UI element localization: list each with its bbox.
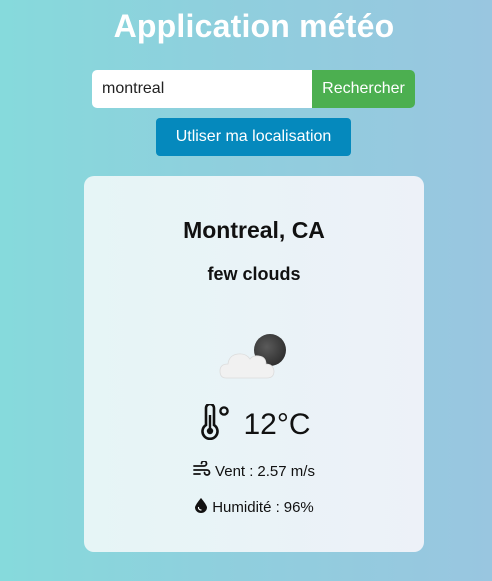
wind-icon [193, 460, 211, 481]
humidity-row: Humidité :96% [84, 497, 424, 517]
temperature-value: 12°C [243, 407, 311, 441]
humidity-value: 96% [283, 498, 314, 516]
wind-label: Vent : [215, 462, 254, 480]
thermometer-icon [197, 402, 233, 445]
weather-description: few clouds [207, 264, 301, 284]
search-bar: Rechercher [92, 70, 415, 108]
temperature-row: 12°C [84, 402, 424, 445]
weather-card: Montreal, CA few clouds 12°C Vent: 2.57… [84, 176, 424, 552]
city-name: Montreal, CA [183, 217, 325, 243]
wind-value: 2.57 m/s [257, 462, 315, 480]
humidity-label: Humidité : [212, 498, 280, 516]
water-drop-icon [194, 497, 208, 517]
wind-row: Vent :2.57 m/s [84, 460, 424, 481]
app-title: Application météo [113, 8, 395, 44]
few-clouds-night-icon [216, 326, 296, 386]
search-button[interactable]: Rechercher [312, 70, 415, 108]
search-input[interactable] [92, 70, 312, 108]
use-location-button[interactable]: Utliser ma localisation [156, 118, 351, 156]
